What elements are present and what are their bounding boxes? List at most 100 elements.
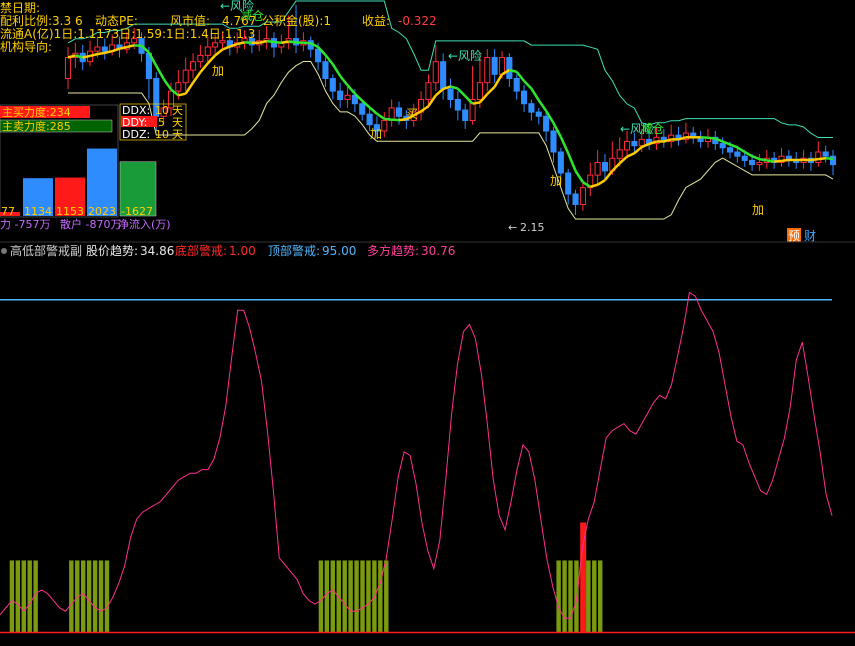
candle-up	[189, 61, 197, 71]
ma-segment	[818, 157, 826, 161]
ma-segment	[258, 39, 267, 45]
indicator-dot-icon[interactable]	[1, 248, 7, 254]
multi-value: 30.76	[421, 244, 455, 258]
ma-segment	[178, 92, 186, 97]
candle-up	[204, 46, 211, 56]
candle-down	[315, 48, 322, 63]
chart-stage: 禁日期: 配利比例:3.3 6 动态PE: 流通A(亿)1日:1.1173日:1…	[0, 0, 855, 634]
ma-segment	[781, 158, 790, 163]
candle-down	[322, 61, 329, 79]
candle-down	[528, 103, 535, 113]
retail-net: 散户 -870万	[60, 217, 121, 231]
candle-up	[616, 149, 623, 159]
candle-up	[344, 94, 351, 101]
candle-up	[594, 162, 601, 176]
ma-segment	[766, 159, 775, 163]
ddz-label: DDZ:	[122, 128, 150, 141]
bottom-signal-bar	[366, 560, 371, 633]
ma-segment	[273, 40, 282, 45]
bottom-signal-bar	[598, 560, 603, 633]
bottom-signal-bar	[81, 560, 86, 633]
bottom-signal-bar	[21, 560, 26, 633]
candle-down	[726, 147, 734, 153]
candle-up	[638, 138, 645, 147]
flow-bar-label: 2023	[88, 205, 116, 218]
buy-force-text: 主买力度:234	[2, 105, 71, 119]
candle-down	[513, 78, 520, 92]
candle-down	[359, 103, 366, 115]
ma-segment	[759, 157, 768, 162]
bottom-signal-bar	[15, 560, 21, 633]
candle-down	[447, 88, 454, 100]
bottom-signal-bar	[378, 560, 383, 633]
candle-down	[337, 90, 344, 100]
risk-annotation-2: ←风险	[448, 48, 482, 63]
candle-down	[572, 193, 579, 205]
trend-line	[0, 291, 833, 619]
flow-bar-label: 1153	[56, 205, 84, 218]
bottom-signal-bar	[86, 560, 92, 633]
bottom-value: 1.00	[229, 244, 256, 258]
ma-segment	[288, 40, 297, 44]
ma-segment	[82, 54, 91, 59]
candle-down	[565, 172, 572, 195]
candle-up	[64, 57, 72, 79]
candle-down	[631, 141, 638, 147]
income-label: 收益:	[362, 14, 390, 28]
flow-bar-label: 77	[1, 205, 15, 218]
bottom-signal-bar	[104, 560, 110, 633]
ma-segment	[236, 41, 245, 46]
candle-up	[175, 82, 182, 92]
info-pe-label: 动态PE:	[95, 14, 138, 28]
candle-down	[734, 151, 741, 157]
signal-bars	[9, 522, 603, 633]
bottom-signal-bar	[9, 560, 15, 633]
candle-up	[815, 151, 822, 163]
buy-annotation: 买	[406, 107, 418, 121]
ma-segment	[119, 45, 128, 50]
indicator-header: 高低部警戒副 股价趋势: 34.86 底部警戒: 1.00 顶部警戒: 95.0…	[1, 243, 455, 258]
ma-segment	[810, 157, 819, 162]
info-line-4: 机构导向:	[0, 39, 52, 54]
ma-segment	[266, 39, 275, 44]
bottom-signal-bar	[562, 560, 567, 633]
bottom-signal-bar	[568, 560, 573, 633]
top-label: 顶部警戒:	[268, 243, 320, 258]
sell-force-text: 主卖力度:285	[2, 119, 71, 133]
candle-down	[557, 151, 564, 174]
candle-down	[543, 115, 550, 132]
candle-up	[182, 69, 189, 84]
bottom-signal-bar	[586, 560, 591, 633]
add-annotation-2: 加	[370, 127, 382, 141]
strong-signal-bar	[580, 522, 587, 633]
candle-down	[329, 78, 336, 92]
candle-down	[601, 162, 609, 172]
oscillator-panel	[0, 291, 855, 634]
harvest-annotation-1: 减仓	[240, 9, 264, 23]
candle-down	[462, 109, 469, 121]
candle-down	[366, 113, 373, 126]
badge-fin[interactable]: 财	[804, 229, 816, 243]
net-inflow-label: 净流入(万)	[118, 217, 171, 231]
low-price-label: 2.15	[520, 221, 545, 234]
candle-up	[381, 120, 388, 132]
candle-up	[484, 57, 491, 84]
candle-up	[623, 141, 631, 151]
info-line-2: 配利比例:3.3 6	[0, 14, 83, 28]
badge-pre[interactable]: 预	[788, 229, 800, 243]
candle-down	[741, 155, 748, 161]
ma-segment	[89, 52, 98, 58]
bottom-signal-bar	[92, 560, 98, 633]
candle-down	[535, 111, 542, 117]
candle-down	[440, 61, 447, 90]
bottom-signal-bar	[348, 560, 353, 633]
candle-down	[454, 99, 461, 111]
candle-up	[476, 82, 483, 100]
flow-bar-label: -1627	[121, 205, 153, 218]
harvest-annotation-2: 减仓	[640, 122, 664, 136]
bottom-label: 底部警戒:	[175, 243, 227, 258]
candle-down	[101, 46, 108, 52]
bottom-signal-bar	[354, 560, 359, 633]
bottom-signal-bar	[324, 560, 330, 633]
candle-up	[432, 61, 439, 84]
